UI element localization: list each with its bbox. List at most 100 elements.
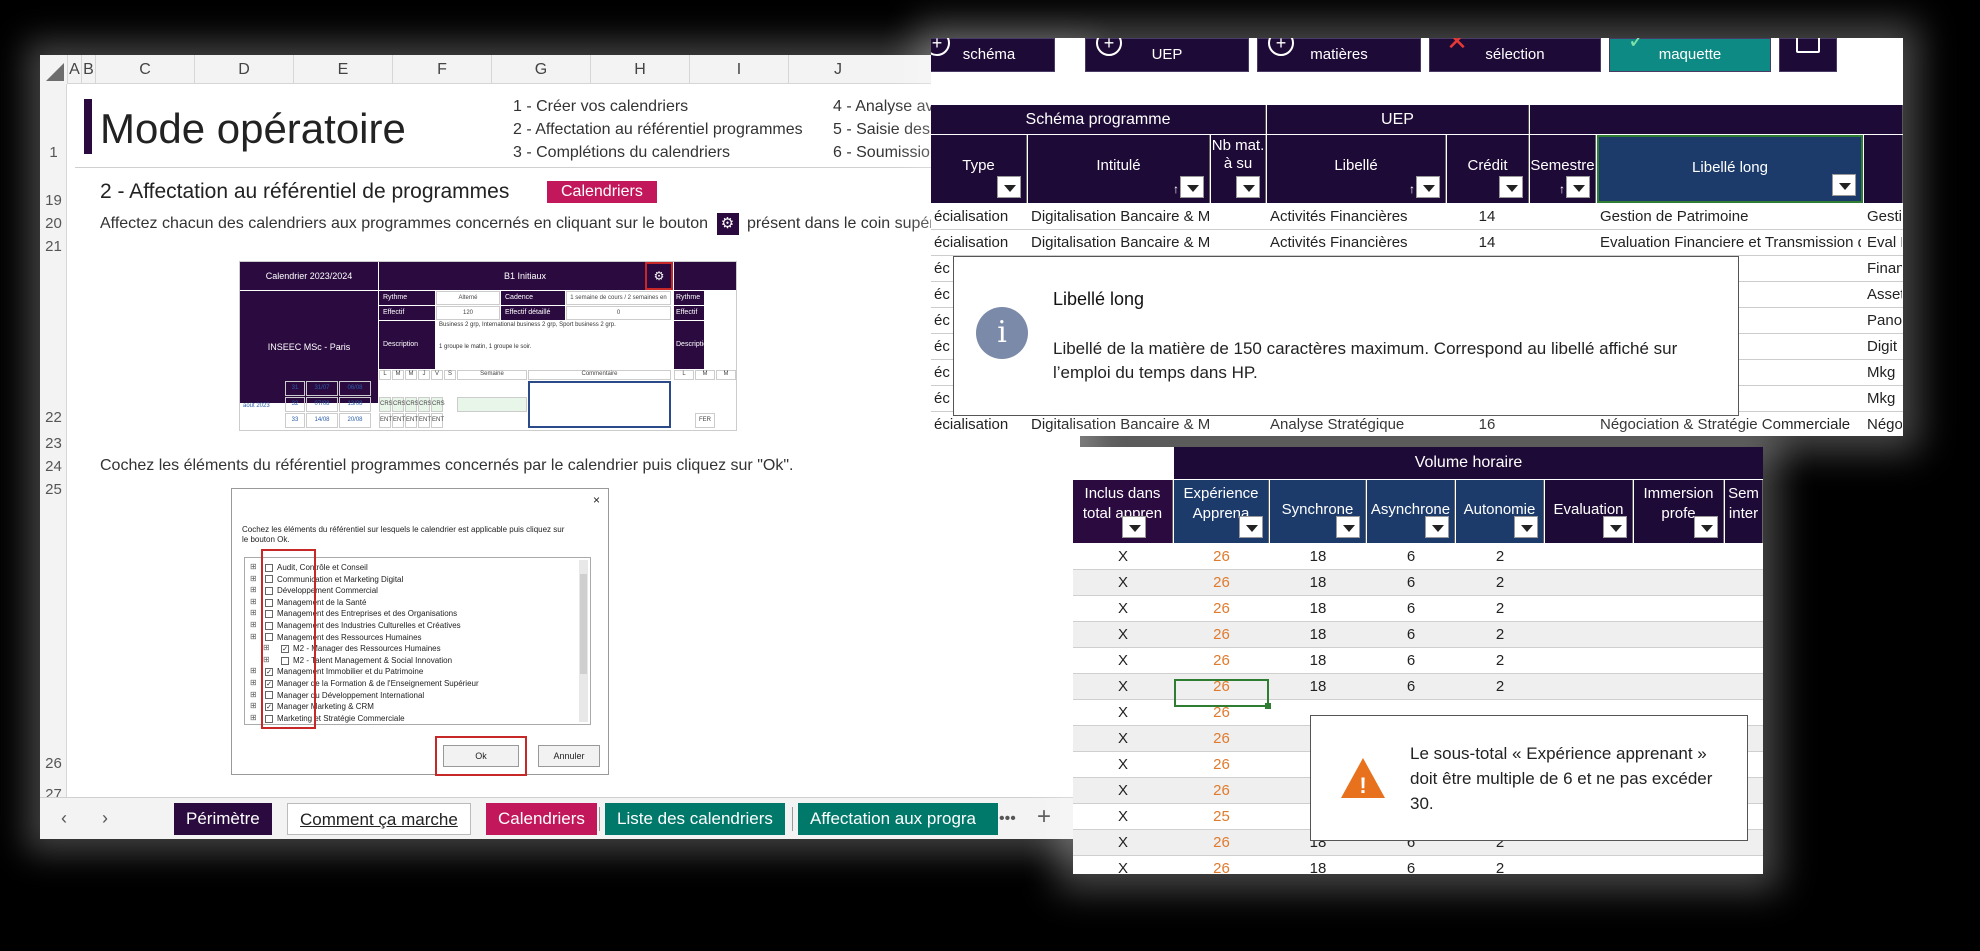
table-cell[interactable]: 26 (1174, 834, 1269, 851)
step-link[interactable]: 6 - Soumission (833, 141, 943, 164)
table-cell[interactable]: 26 (1174, 652, 1269, 669)
header-type[interactable]: Type (931, 135, 1027, 203)
row-header[interactable]: 25 (40, 481, 67, 498)
table-cell[interactable]: 26 (1174, 860, 1269, 874)
table-cell[interactable]: 18 (1270, 600, 1366, 617)
tab-liste-calendriers[interactable]: Liste des calendriers (605, 803, 785, 835)
section-tag[interactable]: Calendriers (547, 181, 657, 203)
tab-perimetre[interactable]: Périmètre (174, 803, 272, 835)
table-cell[interactable]: 6 (1367, 860, 1455, 874)
table-cell[interactable]: 25 (1174, 808, 1269, 825)
table-row[interactable]: X 26 18 6 2 (1073, 544, 1763, 570)
header-autonomie[interactable]: Autonomie (1456, 480, 1544, 543)
table-cell[interactable]: X (1073, 808, 1173, 825)
header-sem[interactable]: Sem inter (1725, 480, 1763, 543)
row-header[interactable]: 23 (40, 435, 67, 452)
table-cell[interactable]: 6 (1367, 626, 1455, 643)
col-header-d[interactable]: D (194, 55, 293, 84)
table-cell[interactable]: X (1073, 548, 1173, 565)
table-cell[interactable]: 26 (1174, 730, 1269, 747)
table-cell[interactable]: 6 (1367, 652, 1455, 669)
table-cell[interactable]: X (1073, 600, 1173, 617)
prev-sheet-icon[interactable]: ‹ (61, 808, 67, 829)
table-cell[interactable]: Négociation & Stratégie Commerciale (1600, 416, 1861, 433)
table-cell[interactable]: écialisation (934, 234, 1025, 251)
export-button[interactable] (1779, 38, 1837, 72)
table-cell[interactable]: 26 (1174, 548, 1269, 565)
header-inclus[interactable]: Inclus dans total appren (1073, 480, 1173, 543)
table-cell[interactable]: 2 (1456, 652, 1544, 669)
filter-dropdown-icon[interactable] (1236, 176, 1260, 198)
table-cell[interactable]: 2 (1456, 860, 1544, 874)
table-cell[interactable]: Digitalisation Bancaire & Manager (1031, 208, 1209, 225)
filter-dropdown-icon[interactable] (1425, 516, 1449, 538)
table-cell[interactable]: Eval F (1867, 234, 1902, 251)
filter-dropdown-icon[interactable] (1514, 516, 1538, 538)
row-header[interactable]: 24 (40, 458, 67, 475)
row-header[interactable]: 26 (40, 755, 67, 772)
row-header[interactable]: 21 (40, 238, 67, 255)
col-header-j[interactable]: J (788, 55, 887, 84)
step-link[interactable]: 3 - Complétions du calendriers (513, 141, 803, 164)
table-cell[interactable]: X (1073, 626, 1173, 643)
table-row[interactable]: X 26 18 6 2 (1073, 856, 1763, 874)
table-cell[interactable]: Digitalisation Bancaire & Manager (1031, 234, 1209, 251)
col-header-h[interactable]: H (590, 55, 689, 84)
table-cell[interactable]: Mkg (1867, 364, 1902, 381)
header-intitule[interactable]: Intitulé ↑ (1028, 135, 1210, 203)
row-header[interactable]: 19 (40, 192, 67, 209)
table-cell[interactable]: 2 (1456, 678, 1544, 695)
col-header-i[interactable]: I (689, 55, 788, 84)
table-cell[interactable]: 26 (1174, 626, 1269, 643)
step-link[interactable]: 1 - Créer vos calendriers (513, 95, 803, 118)
row-header[interactable]: 20 (40, 215, 67, 232)
filter-sort-icon[interactable] (1180, 176, 1204, 198)
filter-dropdown-icon[interactable] (1694, 516, 1718, 538)
header-immersion[interactable]: Immersion profe (1634, 480, 1724, 543)
delete-selection-button[interactable]: ✕ sélection (1429, 38, 1601, 72)
table-cell[interactable]: Digitalisation Bancaire & Manager (1031, 416, 1209, 433)
header-libelle-long[interactable]: Libellé long (1597, 135, 1863, 203)
table-cell[interactable]: X (1073, 834, 1173, 851)
header-evaluation[interactable]: Evaluation (1545, 480, 1633, 543)
table-cell[interactable]: 16 (1450, 416, 1524, 433)
header-credit[interactable]: Crédit (1447, 135, 1529, 203)
schema-button[interactable]: + schéma (931, 38, 1055, 72)
filter-dropdown-icon[interactable] (1122, 516, 1146, 538)
more-icon[interactable]: ••• (999, 810, 1016, 828)
table-cell[interactable]: 6 (1367, 548, 1455, 565)
table-cell[interactable]: Digit (1867, 338, 1902, 355)
filter-dropdown-icon[interactable] (1832, 174, 1856, 196)
table-cell[interactable]: Panor (1867, 312, 1902, 329)
row-header[interactable]: 1 (40, 144, 67, 161)
table-cell[interactable]: 26 (1174, 782, 1269, 799)
header-libelle[interactable]: Libellé ↑ (1267, 135, 1446, 203)
col-header-e[interactable]: E (293, 55, 392, 84)
tab-affectation[interactable]: Affectation aux progra (798, 803, 998, 835)
table-cell[interactable]: 18 (1270, 860, 1366, 874)
filter-dropdown-icon[interactable] (1499, 176, 1523, 198)
table-cell[interactable]: X (1073, 860, 1173, 874)
add-sheet-icon[interactable]: + (1037, 803, 1051, 831)
table-cell[interactable]: X (1073, 574, 1173, 591)
table-cell[interactable]: 2 (1456, 548, 1544, 565)
step-link[interactable]: 5 - Saisie des é (833, 118, 943, 141)
table-cell[interactable]: 2 (1456, 600, 1544, 617)
tab-calendriers[interactable]: Calendriers (486, 803, 597, 835)
table-cell[interactable]: Finan (1867, 260, 1902, 277)
header-asynchrone[interactable]: Asynchrone (1367, 480, 1455, 543)
col-header-f[interactable]: F (392, 55, 491, 84)
col-header-b[interactable]: B (81, 55, 95, 84)
table-cell[interactable]: 14 (1450, 208, 1524, 225)
header-next[interactable] (1864, 135, 1903, 203)
table-cell[interactable]: écialisation (934, 416, 1025, 433)
header-synchrone[interactable]: Synchrone (1270, 480, 1366, 543)
filter-sort-icon[interactable] (1566, 176, 1590, 198)
filter-dropdown-icon[interactable] (1336, 516, 1360, 538)
filter-dropdown-icon[interactable] (997, 176, 1021, 198)
row-header[interactable]: 22 (40, 409, 67, 426)
table-cell[interactable]: 18 (1270, 626, 1366, 643)
table-cell[interactable]: 26 (1174, 600, 1269, 617)
header-nb-mat[interactable]: Nb mat. à su (1211, 135, 1266, 203)
table-row[interactable]: X 26 18 6 2 (1073, 622, 1763, 648)
